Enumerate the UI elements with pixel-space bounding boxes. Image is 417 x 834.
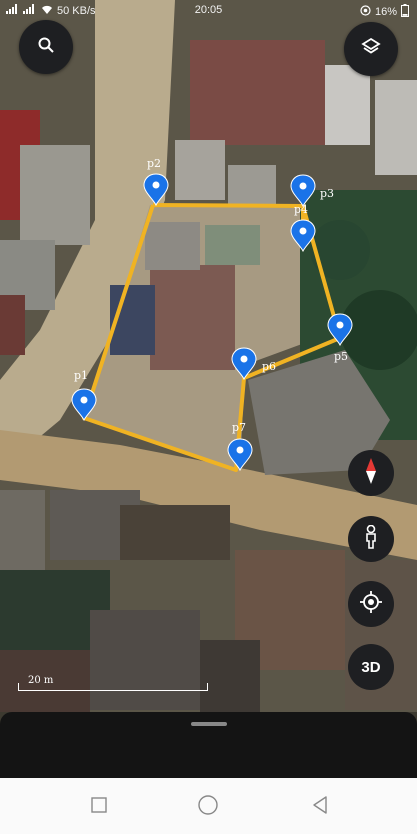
status-right: 16% [360, 4, 409, 20]
roof [90, 610, 200, 710]
roof [150, 265, 235, 370]
search-icon [37, 36, 55, 59]
my-location-button[interactable] [348, 581, 394, 627]
home-icon [198, 794, 218, 820]
pegman-icon [363, 524, 379, 554]
map-scale-bar: 20 m [18, 675, 208, 691]
bottom-sheet[interactable] [0, 712, 417, 778]
roof [200, 640, 260, 712]
point-label-p2: p2 [147, 157, 161, 170]
scale-label: 20 m [28, 675, 54, 686]
battery-level: 16% [374, 6, 397, 18]
status-time: 20:05 [194, 4, 223, 16]
roof [20, 145, 90, 245]
point-label-p5: p5 [334, 350, 348, 363]
recents-icon [91, 796, 107, 818]
layers-button[interactable] [344, 22, 398, 76]
layers-icon [361, 37, 381, 62]
tree [340, 290, 417, 370]
3d-view-button[interactable]: 3D [348, 644, 394, 690]
my-location-icon [360, 590, 382, 618]
recents-button[interactable] [88, 796, 110, 818]
location-status-icon [360, 5, 371, 19]
point-label-p7: p7 [232, 421, 246, 434]
tree [310, 220, 370, 280]
roof [228, 165, 276, 205]
point-label-p3: p3 [320, 187, 334, 200]
point-label-p4: p4 [294, 203, 308, 216]
roof [190, 40, 325, 145]
street-view-button[interactable] [348, 516, 394, 562]
roof [0, 295, 25, 355]
roof [0, 490, 45, 575]
compass-icon [363, 457, 379, 489]
status-bar: 50 KB/s 20:05 16% [0, 0, 417, 22]
roof [120, 505, 230, 560]
sheet-drag-handle[interactable] [191, 722, 227, 726]
roof [145, 222, 200, 270]
point-label-p1: p1 [74, 369, 88, 382]
roof [205, 225, 260, 265]
battery-icon [401, 4, 409, 20]
point-label-p6: p6 [262, 360, 276, 373]
roof [325, 65, 370, 145]
roof [175, 140, 225, 200]
back-button[interactable] [309, 795, 331, 819]
search-button[interactable] [19, 20, 73, 74]
back-icon [311, 795, 329, 819]
system-nav-bar [0, 778, 417, 834]
compass-button[interactable] [348, 450, 394, 496]
roof [375, 80, 417, 175]
home-button[interactable] [197, 794, 219, 820]
